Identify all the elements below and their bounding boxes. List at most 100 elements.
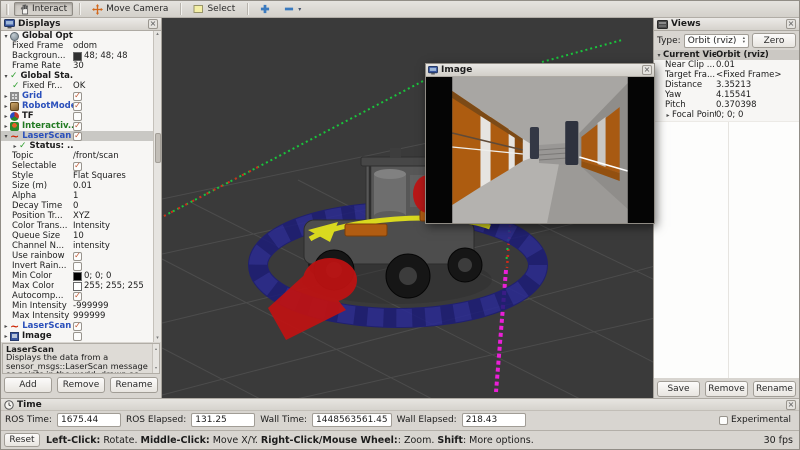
property-value[interactable] xyxy=(73,332,153,341)
property-value[interactable]: intensity xyxy=(73,241,153,251)
expand-arrow-icon[interactable]: ▾ xyxy=(3,33,9,40)
autocomp-row[interactable]: Autocomp...✓ xyxy=(1,291,153,301)
experimental-toggle[interactable]: Experimental xyxy=(719,415,795,425)
checkbox[interactable] xyxy=(73,262,82,271)
checkbox[interactable]: ✓ xyxy=(73,292,82,301)
selectable-row[interactable]: Selectable✓ xyxy=(1,161,153,171)
position-tr-row[interactable]: Position Tr...XYZ xyxy=(1,211,153,221)
property-value[interactable]: Orbit (rviz) xyxy=(716,50,799,60)
topic-row[interactable]: Topic/front/scan xyxy=(1,151,153,161)
robotmodel-row[interactable]: ▸RobotModel✓ xyxy=(1,101,153,111)
property-value[interactable]: ✓ xyxy=(73,132,153,141)
decay-time-row[interactable]: Decay Time0 xyxy=(1,201,153,211)
toolbar-grip[interactable] xyxy=(6,4,9,15)
property-value[interactable]: 4.15541 xyxy=(716,90,799,100)
focal-point-row[interactable]: ▸Focal Point0; 0; 0 xyxy=(654,110,799,120)
distance-row[interactable]: Distance3.35213 xyxy=(654,80,799,90)
tf-row[interactable]: ▸TF xyxy=(1,111,153,121)
remove-display-button[interactable]: Remove xyxy=(57,377,105,393)
backgroun-row[interactable]: Backgroun...48; 48; 48 xyxy=(1,51,153,61)
interactiv-row[interactable]: ▸Interactiv...✓ xyxy=(1,121,153,131)
use-rainbow-row[interactable]: Use rainbow✓ xyxy=(1,251,153,261)
close-icon[interactable]: × xyxy=(786,19,796,29)
property-value[interactable]: odom xyxy=(73,41,153,51)
property-value[interactable]: ✓ xyxy=(73,292,153,301)
channel-n-row[interactable]: Channel N...intensity xyxy=(1,241,153,251)
property-value[interactable]: 0; 0; 0 xyxy=(73,271,153,281)
global-sta-row[interactable]: ▾✓Global Sta... xyxy=(1,71,153,81)
property-value[interactable]: 999999 xyxy=(73,311,153,321)
remove-view-button[interactable]: Remove xyxy=(705,381,748,397)
property-value[interactable]: 48; 48; 48 xyxy=(73,51,153,61)
checkbox[interactable]: ✓ xyxy=(73,122,82,131)
property-value[interactable]: 3.35213 xyxy=(716,80,799,90)
property-value[interactable]: 0.01 xyxy=(716,60,799,70)
checkbox[interactable]: ✓ xyxy=(73,92,82,101)
property-value[interactable]: ✓ xyxy=(73,162,153,171)
min-intensity-row[interactable]: Min Intensity-999999 xyxy=(1,301,153,311)
property-value[interactable]: 30 xyxy=(73,61,153,71)
fixed-fr-row[interactable]: ✓Fixed Fr...OK xyxy=(1,81,153,91)
property-value[interactable] xyxy=(73,262,153,271)
expand-arrow-icon[interactable]: ▸ xyxy=(3,113,9,120)
laserscan-row[interactable]: ▸~LaserScan✓ xyxy=(1,321,153,331)
near-clip-row[interactable]: Near Clip ...0.01 xyxy=(654,60,799,70)
min-color-row[interactable]: Min Color0; 0; 0 xyxy=(1,271,153,281)
pitch-row[interactable]: Pitch0.370398 xyxy=(654,100,799,110)
reset-button[interactable]: Reset xyxy=(4,433,40,447)
scroll-up-icon[interactable]: ▴ xyxy=(155,345,157,353)
scroll-up-icon[interactable]: ▴ xyxy=(156,31,159,38)
expand-arrow-icon[interactable]: ▸ xyxy=(3,323,9,330)
grid-row[interactable]: ▸Grid✓ xyxy=(1,91,153,101)
ros-time-input[interactable]: 1675.44 xyxy=(57,413,121,427)
expand-arrow-icon[interactable]: ▸ xyxy=(3,333,9,340)
expand-arrow-icon[interactable]: ▸ xyxy=(665,112,671,119)
property-value[interactable]: 0.01 xyxy=(73,181,153,191)
max-intensity-row[interactable]: Max Intensity999999 xyxy=(1,311,153,321)
property-value[interactable]: ✓ xyxy=(73,102,153,111)
property-value[interactable]: ✓ xyxy=(73,322,153,331)
views-list-empty-area[interactable] xyxy=(654,121,799,378)
property-value[interactable] xyxy=(73,112,153,121)
add-display-button[interactable]: Add xyxy=(4,377,52,393)
image-window-titlebar[interactable]: Image × xyxy=(426,64,654,77)
zero-button[interactable]: Zero xyxy=(752,33,796,48)
expand-arrow-icon[interactable]: ▸ xyxy=(3,93,9,100)
displays-panel-header[interactable]: Displays × xyxy=(1,18,161,31)
close-icon[interactable]: × xyxy=(148,19,158,29)
yaw-row[interactable]: Yaw4.15541 xyxy=(654,90,799,100)
description-scrollbar[interactable]: ▴▾ xyxy=(152,344,159,373)
select-tool-button[interactable]: Select xyxy=(187,2,241,16)
current-view-row[interactable]: ▾Current ViewOrbit (rviz) xyxy=(654,50,799,60)
checkbox[interactable]: ✓ xyxy=(73,132,82,141)
displays-scrollbar[interactable]: ▴▾ xyxy=(153,31,161,342)
close-icon[interactable]: × xyxy=(786,400,796,410)
remove-tool-button[interactable]: ▾ xyxy=(278,2,307,16)
checkbox[interactable]: ✓ xyxy=(73,322,82,331)
property-value[interactable]: 0.370398 xyxy=(716,100,799,110)
scroll-down-icon[interactable]: ▾ xyxy=(156,335,159,342)
checkbox[interactable]: ✓ xyxy=(73,252,82,261)
rename-display-button[interactable]: Rename xyxy=(110,377,158,393)
property-value[interactable]: ✓ xyxy=(73,92,153,101)
views-panel-header[interactable]: Views × xyxy=(654,18,799,31)
image-window[interactable]: Image × xyxy=(425,63,655,224)
checkbox[interactable] xyxy=(73,112,82,121)
expand-arrow-icon[interactable]: ▸ xyxy=(3,123,9,130)
property-value[interactable]: <Fixed Frame> xyxy=(716,70,799,80)
status-row[interactable]: ▸✓Status: ... xyxy=(1,141,153,151)
expand-arrow-icon[interactable]: ▾ xyxy=(3,133,9,140)
queue-size-row[interactable]: Queue Size10 xyxy=(1,231,153,241)
property-value[interactable]: XYZ xyxy=(73,211,153,221)
property-value[interactable]: 10 xyxy=(73,231,153,241)
target-fra-row[interactable]: Target Fra...<Fixed Frame> xyxy=(654,70,799,80)
property-value[interactable]: 1 xyxy=(73,191,153,201)
property-value[interactable]: 255; 255; 255 xyxy=(73,281,153,291)
max-color-row[interactable]: Max Color255; 255; 255 xyxy=(1,281,153,291)
global-opt-row[interactable]: ▾Global Opt... xyxy=(1,31,153,41)
property-value[interactable]: ✓ xyxy=(73,122,153,131)
add-tool-button[interactable] xyxy=(254,2,276,16)
save-view-button[interactable]: Save xyxy=(657,381,700,397)
checkbox[interactable]: ✓ xyxy=(73,162,82,171)
invert-rain-row[interactable]: Invert Rain... xyxy=(1,261,153,271)
